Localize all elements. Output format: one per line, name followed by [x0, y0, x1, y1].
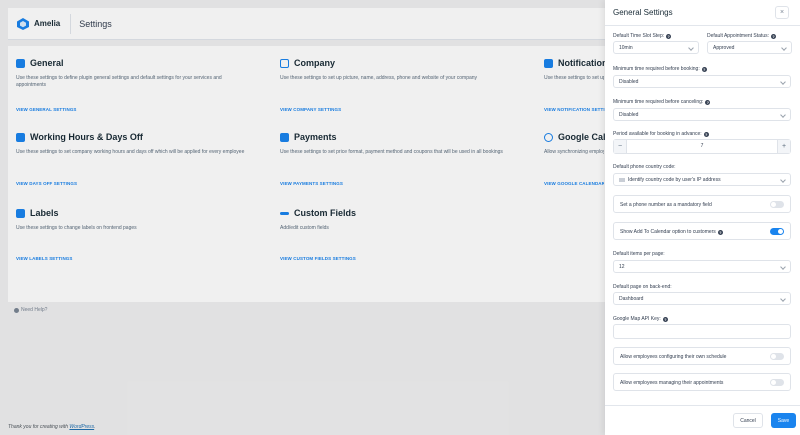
time-slot-select[interactable]: 10min	[613, 41, 699, 54]
appt-status-label-text: Default Appointment Status:	[707, 33, 769, 39]
question-icon[interactable]: ?	[705, 99, 711, 105]
min-booking-label: Minimum time required before booking:?	[613, 66, 707, 72]
appt-status-value: Approved	[713, 44, 735, 51]
chevron-down-icon	[780, 79, 786, 85]
period-value[interactable]: 7	[627, 140, 777, 153]
country-code-label: Default phone country code:	[613, 164, 676, 170]
phone-mandatory-label: Set a phone number as a mandatory field	[620, 202, 712, 208]
chevron-down-icon	[780, 177, 786, 183]
emp-schedule-row: Allow employees configuring their own sc…	[613, 347, 791, 365]
min-booking-select[interactable]: Disabled	[613, 75, 791, 88]
add-calendar-row: Show Add To Calendar option to customers…	[613, 222, 791, 240]
items-per-page-value: 12	[619, 263, 625, 270]
period-label: Period available for booking in advance:…	[613, 131, 709, 137]
toggle-knob	[771, 380, 776, 385]
increment-button[interactable]: +	[777, 140, 790, 153]
close-button[interactable]: ×	[775, 6, 789, 19]
toggle-knob	[778, 229, 783, 234]
map-key-label-text: Google Map API Key:	[613, 316, 661, 322]
min-booking-label-text: Minimum time required before booking:	[613, 66, 700, 72]
phone-mandatory-row: Set a phone number as a mandatory field	[613, 195, 791, 213]
question-icon[interactable]: ?	[662, 316, 668, 322]
question-icon[interactable]: ?	[703, 131, 709, 137]
add-calendar-toggle[interactable]	[770, 228, 784, 235]
map-api-key-input[interactable]	[613, 324, 791, 339]
min-cancel-label: Minimum time required before canceling:?	[613, 99, 711, 105]
country-code-select[interactable]: Identify country code by user's IP addre…	[613, 173, 791, 186]
time-slot-label-text: Default Time Slot Step:	[613, 33, 665, 39]
backend-page-select[interactable]: Dashboard	[613, 292, 791, 305]
add-calendar-label: Show Add To Calendar option to customers…	[620, 229, 723, 235]
backend-page-label: Default page on back-end:	[613, 284, 672, 290]
question-icon[interactable]: ?	[717, 229, 723, 235]
period-stepper: − 7 +	[613, 139, 791, 154]
chevron-down-icon	[780, 112, 786, 118]
min-cancel-value: Disabled	[619, 111, 639, 118]
drawer-header: General Settings ×	[605, 0, 800, 26]
time-slot-value: 10min	[619, 44, 633, 51]
question-icon[interactable]: ?	[770, 33, 776, 39]
question-icon[interactable]: ?	[666, 33, 672, 39]
chevron-down-icon	[780, 264, 786, 270]
map-key-label: Google Map API Key:?	[613, 316, 668, 322]
toggle-knob	[771, 202, 776, 207]
time-slot-label: Default Time Slot Step:?	[613, 33, 672, 39]
chevron-down-icon	[780, 296, 786, 302]
country-code-value: Identify country code by user's IP addre…	[628, 176, 721, 183]
emp-appointments-toggle[interactable]	[770, 379, 784, 386]
emp-appointments-label: Allow employees managing their appointme…	[620, 380, 724, 386]
save-button[interactable]: Save	[771, 413, 796, 428]
min-cancel-label-text: Minimum time required before canceling:	[613, 99, 704, 105]
cancel-button[interactable]: Cancel	[733, 413, 763, 428]
period-label-text: Period available for booking in advance:	[613, 131, 702, 137]
flag-icon	[619, 177, 625, 182]
backend-page-value: Dashboard	[619, 295, 644, 302]
min-cancel-select[interactable]: Disabled	[613, 108, 791, 121]
emp-appointments-row: Allow employees managing their appointme…	[613, 373, 791, 391]
chevron-down-icon	[688, 45, 694, 51]
emp-schedule-toggle[interactable]	[770, 353, 784, 360]
phone-mandatory-toggle[interactable]	[770, 201, 784, 208]
chevron-down-icon	[781, 45, 787, 51]
items-per-page-label: Default items per page:	[613, 251, 665, 257]
add-calendar-text: Show Add To Calendar option to customers	[620, 229, 716, 235]
decrement-button[interactable]: −	[614, 140, 627, 153]
min-booking-value: Disabled	[619, 78, 639, 85]
toggle-knob	[771, 354, 776, 359]
appt-status-label: Default Appointment Status:?	[707, 33, 776, 39]
emp-schedule-label: Allow employees configuring their own sc…	[620, 354, 727, 360]
drawer-title: General Settings	[613, 8, 673, 17]
question-icon[interactable]: ?	[701, 66, 707, 72]
items-per-page-select[interactable]: 12	[613, 260, 791, 273]
modal-overlay[interactable]	[0, 0, 605, 435]
appt-status-select[interactable]: Approved	[707, 41, 792, 54]
